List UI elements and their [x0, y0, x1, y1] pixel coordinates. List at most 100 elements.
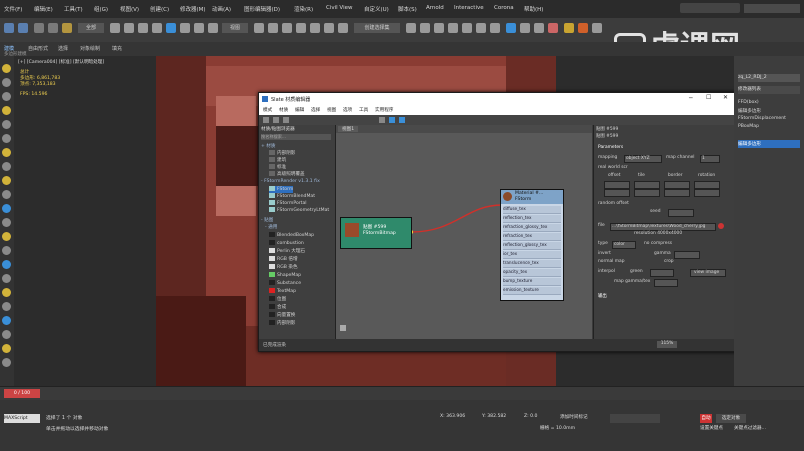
menu-edit[interactable]: 编辑(E)	[34, 5, 53, 13]
tool-icon-19[interactable]	[2, 316, 11, 325]
window-crossing-icon[interactable]	[152, 23, 162, 33]
selection-set-dropdown[interactable]: 创建选择集	[354, 23, 400, 33]
selected-object-dropdown[interactable]: 选定对象	[716, 414, 746, 423]
snaps-icon[interactable]	[296, 23, 306, 33]
browser-item[interactable]: Substance	[269, 280, 301, 287]
menu-scripting[interactable]: 脚本(S)	[398, 5, 417, 13]
menu-arnold[interactable]: Arnold	[426, 5, 444, 11]
slot-reflection[interactable]: reflection_tex	[503, 215, 561, 223]
slate-menu-material[interactable]: 材质	[279, 107, 288, 113]
modifier-item[interactable]: FStormDisplacement	[738, 116, 786, 121]
modifier-item[interactable]: PBoxMap	[738, 124, 759, 129]
offset-u-input[interactable]	[604, 181, 630, 189]
file-path-field[interactable]: ...\fStormBitmap\Textures\Wood_cherry.jp…	[610, 223, 716, 231]
corona-icon[interactable]	[564, 23, 574, 33]
border-v-input[interactable]	[664, 189, 690, 197]
render-frame-icon[interactable]	[534, 23, 544, 33]
browser-item[interactable]: 位图	[269, 296, 286, 303]
rotate-icon[interactable]	[180, 23, 190, 33]
menu-customize[interactable]: 自定义(U)	[364, 5, 389, 13]
slot-emission[interactable]: emission_texture	[503, 287, 561, 295]
browser-item[interactable]: 高级照明覆盖	[269, 171, 305, 178]
select-by-name-icon[interactable]	[124, 23, 134, 33]
tile-v-input[interactable]	[634, 189, 660, 197]
tool-icon-16[interactable]	[2, 274, 11, 283]
material-node[interactable]: Material #... FStorm diffuse_tex reflect…	[500, 189, 564, 301]
tile-u-input[interactable]	[634, 181, 660, 189]
tool-icon-7[interactable]	[2, 148, 11, 157]
type-dropdown[interactable]: color	[612, 241, 636, 249]
rotation-v-input[interactable]	[694, 189, 720, 197]
offset-v-input[interactable]	[604, 189, 630, 197]
assign-material-icon[interactable]	[273, 117, 279, 123]
slate-menu-options[interactable]: 选项	[343, 107, 352, 113]
show-bg-icon[interactable]	[399, 117, 405, 123]
slot-ior[interactable]: ior_tex	[503, 251, 561, 259]
bind-spacewarp-icon[interactable]	[62, 23, 72, 33]
pan-icon[interactable]	[340, 325, 346, 331]
browser-item[interactable]: 内部阴影	[269, 150, 295, 157]
browser-item[interactable]: 向量置换	[269, 312, 295, 319]
menu-view[interactable]: 视图(V)	[120, 5, 139, 13]
gamma-input[interactable]	[674, 251, 700, 259]
normal-map-label[interactable]: normal map	[598, 259, 625, 264]
slate-menu-edit[interactable]: 编辑	[295, 107, 304, 113]
percent-snap-icon[interactable]	[324, 23, 334, 33]
tool-icon-14[interactable]	[2, 246, 11, 255]
menu-group[interactable]: 组(G)	[94, 5, 108, 13]
select-manipulate-icon[interactable]	[268, 23, 278, 33]
browser-group-materials[interactable]: + 材质	[261, 143, 276, 150]
unlink-icon[interactable]	[48, 23, 58, 33]
browser-group-general[interactable]: - 通用	[265, 224, 277, 231]
menu-interactive[interactable]: Interactive	[454, 5, 484, 11]
browser-item[interactable]: Perlin 大理石	[269, 248, 305, 255]
tool-icon-18[interactable]	[2, 302, 11, 311]
browser-search-input[interactable]: 按名称搜索...	[261, 134, 331, 140]
slot-refraction-glossy[interactable]: refraction_glossy_tex	[503, 224, 561, 232]
scale-icon[interactable]	[194, 23, 204, 33]
border-u-input[interactable]	[664, 181, 690, 189]
browser-item[interactable]: combustion	[269, 240, 304, 247]
browser-item[interactable]: ShapeMap	[269, 272, 301, 279]
tool-icon-21[interactable]	[2, 344, 11, 353]
pick-material-icon[interactable]	[263, 117, 269, 123]
close-icon[interactable]: ✕	[723, 94, 728, 101]
schematic-view-icon[interactable]	[490, 23, 500, 33]
modifier-item[interactable]: 编辑多边形	[738, 108, 761, 114]
tool-icon-8[interactable]	[2, 162, 11, 171]
zoom-field[interactable]: 115%	[657, 341, 677, 348]
show-map-icon[interactable]	[389, 117, 395, 123]
ribbon-tab-populate[interactable]: 填充	[112, 45, 122, 52]
mapping-dropdown[interactable]: object XYZ	[624, 155, 662, 163]
ribbon-tab-object-paint[interactable]: 对象绘制	[80, 45, 100, 52]
set-key-button[interactable]: 设置关键点	[700, 425, 723, 431]
parameters-rollout[interactable]: Parameters	[598, 145, 623, 150]
ribbon-tab-freeform[interactable]: 自由形式	[28, 45, 48, 52]
scene-explorer-icon[interactable]	[448, 23, 458, 33]
menu-corona[interactable]: Corona	[494, 5, 514, 11]
green-input[interactable]	[650, 269, 674, 277]
arnold-icon[interactable]	[578, 23, 588, 33]
tool-icon-17[interactable]	[2, 288, 11, 297]
material-editor-icon[interactable]	[506, 23, 516, 33]
browser-group-maps[interactable]: - 贴图	[261, 217, 273, 224]
align-icon[interactable]	[420, 23, 430, 33]
tool-icon-3[interactable]	[2, 92, 11, 101]
menu-rendering[interactable]: 渲染(R)	[294, 5, 313, 13]
tool-icon-6[interactable]	[2, 134, 11, 143]
tool-icon-4[interactable]	[2, 106, 11, 115]
move-icon[interactable]	[166, 23, 176, 33]
bitmap-node[interactable]: 贴图 #599 FStormBitmap	[340, 217, 412, 249]
tool-icon-22[interactable]	[2, 358, 11, 367]
workspace-dropdown[interactable]	[744, 4, 800, 13]
menu-tools[interactable]: 工具(T)	[64, 5, 83, 13]
menu-modifiers[interactable]: 修改器(M)	[180, 5, 206, 13]
tool-icon-11[interactable]	[2, 204, 11, 213]
slate-menu-view[interactable]: 视图	[327, 107, 336, 113]
link-icon[interactable]	[34, 23, 44, 33]
select-icon[interactable]	[110, 23, 120, 33]
rect-select-icon[interactable]	[138, 23, 148, 33]
browser-item[interactable]: FStormBlendMat	[269, 193, 315, 200]
add-time-tag[interactable]: 添加时间标记	[560, 414, 588, 420]
render-in-cloud-icon[interactable]	[592, 23, 602, 33]
